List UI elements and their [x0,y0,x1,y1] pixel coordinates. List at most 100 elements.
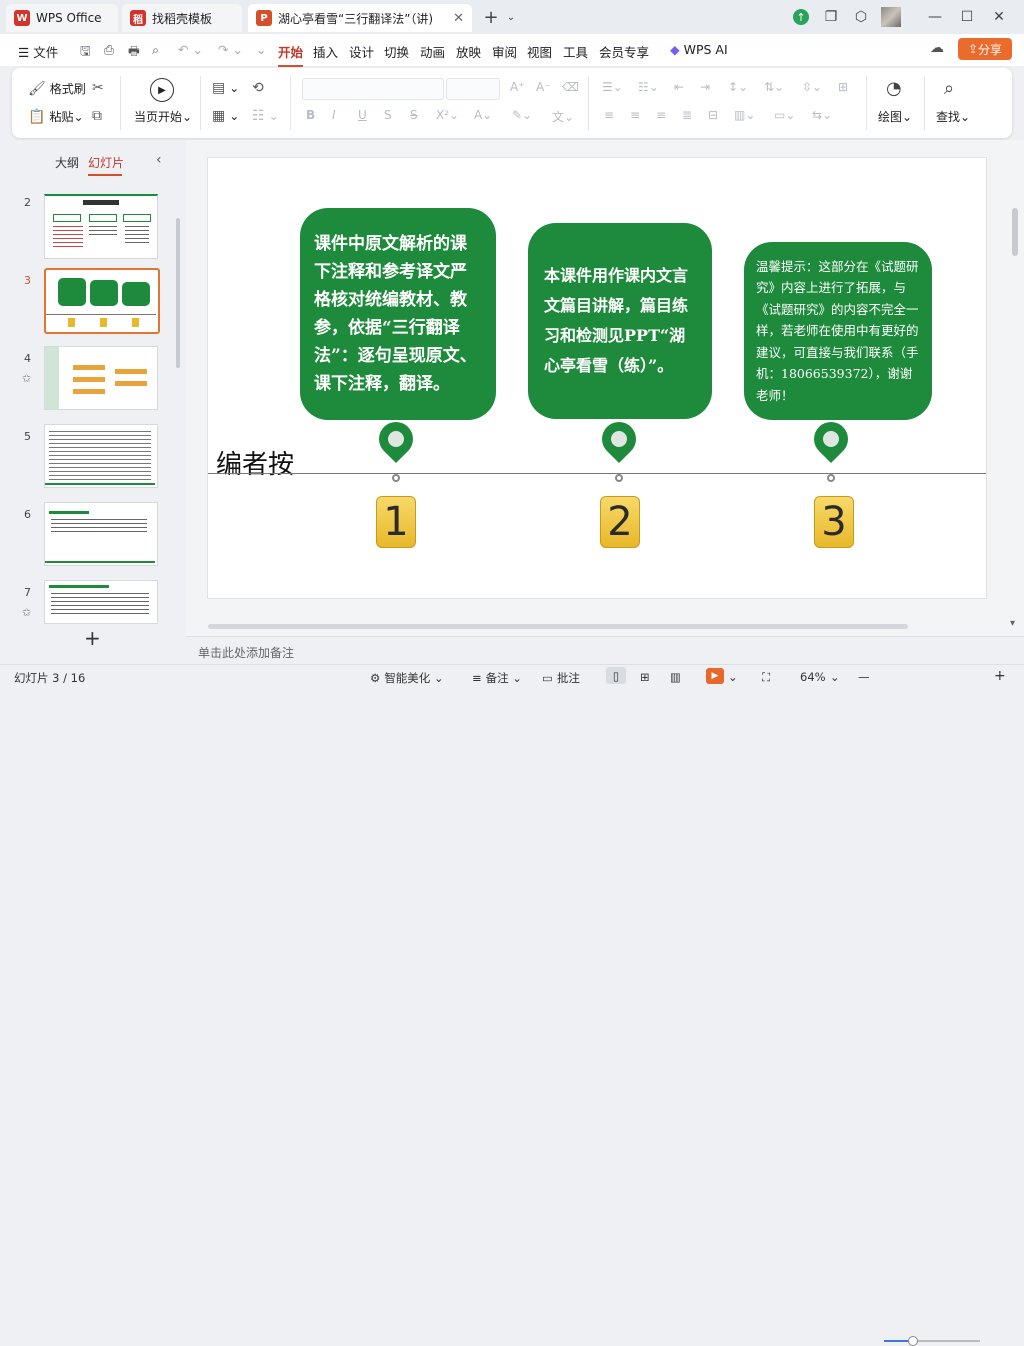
reset-slide-button[interactable]: ⟲ [252,80,268,96]
text-box-icon[interactable]: ▭⌄ [774,108,795,122]
align-right-icon[interactable]: ≡ [656,108,666,122]
layout-button[interactable]: ▦ ⌄ [212,108,239,124]
smartart-icon[interactable]: ⊞ [838,80,848,94]
tab-home[interactable]: 开始 [278,42,304,67]
increase-font-icon[interactable]: A⁺ [510,80,525,94]
play-from-current-button[interactable]: 当页开始 ⌄ [134,108,192,125]
decrease-font-icon[interactable]: A⁻ [536,80,551,94]
slide-thumbnail-3-selected[interactable] [44,268,160,334]
cloud-status-icon[interactable]: ☁ [930,40,944,56]
text-direction-icon[interactable]: ⇅⌄ [764,80,784,94]
slide-sorter-icon[interactable]: ⊞ [640,670,650,684]
print-icon[interactable]: 🖶 [128,42,140,63]
slide-thumbnail-4[interactable] [44,346,158,410]
redo-icon[interactable]: ↷ ⌄ [218,42,243,57]
tab-member[interactable]: 会员专享 [599,42,649,61]
file-menu[interactable]: ☰ 文件 [18,42,58,61]
minimize-icon[interactable]: — [924,6,946,28]
char-spacing-icon[interactable]: 文⌄ [552,108,574,125]
zoom-dropdown-icon[interactable]: ⌄ [830,670,840,684]
close-tab-icon[interactable]: ✕ [453,11,464,26]
slide-canvas[interactable]: 课件中原文解析的课下注释和参考译文严格核对统编教材、教参，依据“三行翻译法”：逐… [208,158,986,598]
tab-wps-office[interactable]: W WPS Office [6,4,118,32]
draw-button[interactable]: 绘图 ⌄ [878,108,912,125]
save-icon[interactable]: 🖫 [80,42,91,63]
zoom-level[interactable]: 64% [800,670,826,684]
slideshow-play-icon[interactable]: ▶ [706,668,724,684]
font-family-select[interactable] [302,78,444,100]
tab-review[interactable]: 审阅 [492,42,517,61]
star-icon[interactable]: ✩ [22,372,31,385]
strikethrough-icon[interactable]: S [410,108,418,122]
columns-icon[interactable]: ▥⌄ [734,108,755,122]
format-painter-button[interactable]: 🖌 格式刷 [28,80,86,97]
new-slide-button[interactable]: ▤ ⌄ [212,80,239,96]
cut-button[interactable]: ✂ [92,80,108,96]
slideshow-options-icon[interactable]: ⌄ [728,670,738,684]
font-color-icon[interactable]: A⌄ [474,108,492,122]
editor-horizontal-scrollbar[interactable] [208,624,908,629]
comments-button[interactable]: ▭ 批注 [542,670,580,686]
fit-window-icon[interactable]: ⛶ [762,670,770,685]
cube-icon[interactable]: ⬡ [850,6,872,28]
star-icon[interactable]: ✩ [22,606,31,619]
tab-list-chevron-icon[interactable]: ⌄ [500,6,522,28]
tab-insert[interactable]: 插入 [313,42,338,61]
tab-docer-templates[interactable]: 稻 找稻壳模板 [122,4,242,32]
note-bubble-2[interactable]: 本课件用作课内文言文篇目讲解，篇目练习和检测见PPT“湖心亭看雪（练）”。 [528,223,712,419]
panel-scrollbar[interactable] [176,218,180,368]
highlight-icon[interactable]: ✎⌄ [512,108,532,122]
superscript-icon[interactable]: X²⌄ [436,108,459,122]
maximize-icon[interactable]: ☐ [956,6,978,28]
smart-beautify-button[interactable]: ⚙ 智能美化 ⌄ [370,670,444,686]
share-button[interactable]: ⇪ 分享 [958,38,1012,60]
indent-increase-icon[interactable]: ⇥ [700,80,710,94]
play-icon[interactable]: ▶ [150,78,174,102]
slide-thumbnail-5[interactable] [44,424,158,488]
tab-view[interactable]: 视图 [527,42,552,61]
underline-icon[interactable]: U [358,108,367,122]
notes-pane[interactable]: 单击此处添加备注 [186,636,1024,665]
tab-transition[interactable]: 切换 [384,42,409,61]
font-size-select[interactable] [446,78,500,100]
shapes-icon[interactable]: ◔ [886,78,902,99]
find-icon[interactable]: ⌕ [944,78,954,99]
line-spacing-icon[interactable]: ↕⌄ [728,80,748,94]
shadow-icon[interactable]: S [384,108,392,122]
slide-thumbnail-2[interactable] [44,194,158,259]
italic-icon[interactable]: I [332,108,336,122]
align-left-icon[interactable]: ≡ [604,108,614,122]
avatar[interactable] [880,6,902,28]
tab-tools[interactable]: 工具 [563,42,588,61]
align-text-icon[interactable]: ⇳⌄ [802,80,822,94]
tab-slideshow[interactable]: 放映 [456,42,481,61]
note-bubble-3[interactable]: 温馨提示：这部分在《试题研究》内容上进行了拓展，与《试题研究》的内容不完全一样，… [744,242,932,420]
slide-title[interactable]: 编者按 [216,444,294,481]
zoom-in-icon[interactable]: + [994,668,1006,684]
tab-design[interactable]: 设计 [349,42,374,61]
number-badge-1[interactable]: 1 [376,496,416,548]
export-icon[interactable]: ⎙ [104,42,114,58]
tab-slides[interactable]: 幻灯片 [88,154,124,176]
add-slide-button[interactable]: + [84,626,101,650]
section-button[interactable]: ☷ ⌄ [252,108,279,124]
zoom-slider-thumb[interactable] [908,1336,918,1346]
justify-icon[interactable]: ≣ [682,108,692,122]
bullets-icon[interactable]: ☰⌄ [602,80,623,94]
indent-decrease-icon[interactable]: ⇤ [674,80,684,94]
bold-icon[interactable]: B [306,108,315,122]
reading-view-icon[interactable]: ▥ [670,670,681,684]
copy-button[interactable]: ⧉ [92,108,106,124]
zoom-out-icon[interactable]: — [858,670,870,684]
align-center-icon[interactable]: ≡ [630,108,640,122]
note-bubble-1[interactable]: 课件中原文解析的课下注释和参考译文严格核对统编教材、教参，依据“三行翻译法”：逐… [300,208,496,420]
numbering-icon[interactable]: ☷⌄ [638,80,659,94]
normal-view-icon[interactable]: ▯ [606,667,626,684]
new-tab-icon[interactable]: + [480,6,502,28]
upload-icon[interactable]: ↑ [790,6,812,28]
paste-button[interactable]: 📋 粘贴 ⌄ [28,108,84,125]
find-button[interactable]: 查找 ⌄ [936,108,970,125]
tab-animation[interactable]: 动画 [420,42,445,61]
convert-icon[interactable]: ⇆⌄ [812,108,832,122]
collapse-panel-icon[interactable]: ‹ [156,152,162,168]
